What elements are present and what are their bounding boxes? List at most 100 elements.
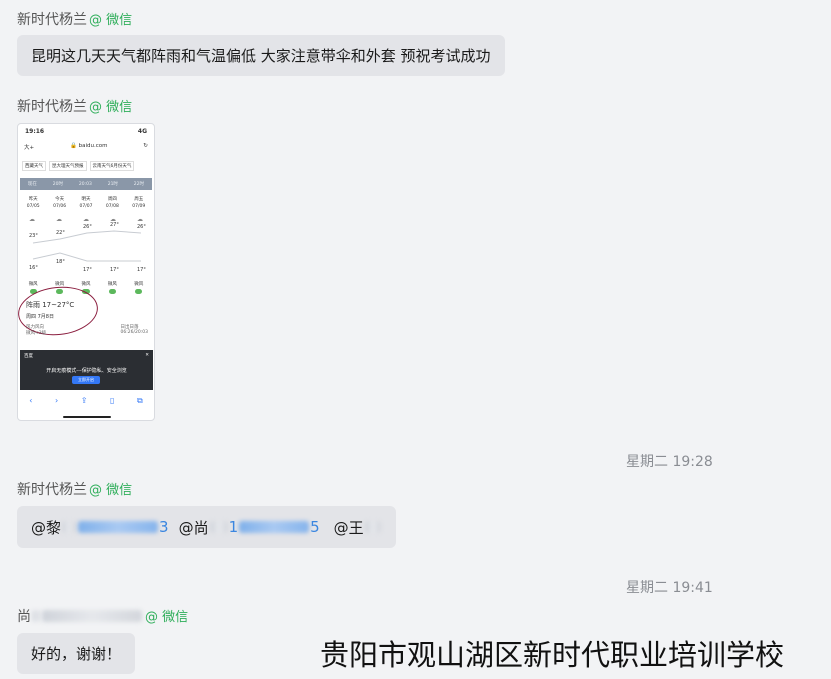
day-date: 07/09	[132, 204, 146, 209]
popup-button: 立即开启	[72, 376, 100, 384]
sender-name[interactable]: 新时代杨兰	[17, 12, 87, 28]
popup-app: 百度	[24, 354, 33, 359]
mention[interactable]: @尚	[179, 517, 209, 538]
day-date: 07/08	[105, 204, 119, 209]
message-sender: 新时代杨兰 @ 微信	[17, 96, 132, 116]
cloud-icon: ☁	[83, 216, 89, 223]
mention-number[interactable]: 1	[229, 518, 239, 536]
today-title: 阵雨 17~27°C	[26, 301, 75, 309]
sender-name[interactable]: 尚	[17, 609, 31, 625]
forward-icon: ›	[55, 396, 59, 405]
low-temp: 16°	[29, 265, 38, 271]
redacted-number	[239, 521, 310, 533]
info-left-value: 微风<3级	[26, 331, 47, 336]
reload-icon: ↻	[143, 143, 148, 149]
phone-url-left: 大+	[24, 145, 35, 151]
hour-label: 22时	[133, 182, 145, 187]
message-bubble[interactable]: 好的，谢谢！	[17, 633, 136, 674]
message-bubble[interactable]: @黎 3 @尚 1 5 @王	[17, 506, 396, 548]
redacted-number	[42, 610, 142, 622]
back-icon: ‹	[29, 396, 33, 405]
share-icon: ⇪	[80, 396, 88, 405]
low-temp: 17°	[137, 267, 146, 273]
high-temp: 26°	[83, 224, 92, 230]
watermark-text: 贵阳市观山湖区新时代职业培训学校	[320, 638, 785, 672]
phone-url-bar: 大+ 🔒 baidu.com ↻	[18, 135, 154, 155]
popup-title: 开启无痕模式---保护隐私、安全浏览	[46, 368, 127, 374]
message-sender: 尚 @ 微信	[17, 606, 188, 626]
mention-number[interactable]: 5	[310, 518, 320, 536]
phone-popup: 百度 ✕ 开启无痕模式---保护隐私、安全浏览 立即开启	[20, 350, 153, 390]
phone-chip: 云南天气6月份天气	[89, 161, 135, 171]
aqi-badge	[135, 289, 143, 294]
weather-icons: ☁ ☁ ☁ ☁ ☁	[29, 216, 143, 223]
sender-name[interactable]: 新时代杨兰	[17, 99, 87, 115]
day-name: 昨天	[28, 197, 38, 202]
temp-chart-svg: ☁ ☁ ☁ ☁ ☁ 23° 22° 26° 27° 26° 16° 18° 17…	[29, 216, 146, 273]
day-col: 周五 07/09	[132, 196, 145, 210]
phone-chip: 昆大理天气预报	[49, 161, 87, 171]
cloud-icon: ☁	[29, 216, 35, 223]
high-temp: 26°	[137, 224, 146, 230]
phone-url: 🔒 baidu.com	[70, 143, 108, 149]
sender-name[interactable]: 新时代杨兰	[17, 482, 87, 498]
hour-label: 21时	[107, 182, 118, 187]
high-temp: 27°	[110, 222, 119, 228]
wind-label: 微风	[81, 282, 91, 287]
tabs-icon: ⧉	[136, 396, 143, 405]
mention[interactable]: @王	[334, 517, 364, 538]
close-icon: ✕	[145, 353, 149, 358]
wind-label: 微风	[28, 282, 38, 287]
phone-nav: ‹ › ⇪ ▯ ⧉	[18, 396, 154, 406]
mention-number[interactable]: 3	[159, 518, 169, 536]
wind-label: 微风	[107, 282, 117, 287]
redacted-text	[209, 521, 228, 533]
phone-chip: 西藏天气	[22, 161, 46, 171]
day-col: 昨天 07/05	[27, 196, 40, 210]
mention[interactable]: @黎	[31, 517, 61, 538]
message-text: 昆明这几天天气都阵雨和气温偏低 大家注意带伞和外套 预祝考试成功	[31, 47, 491, 65]
info-right: 日出日落 06:26/20:03	[121, 324, 148, 336]
low-temp: 17°	[83, 267, 92, 273]
day-date: 07/05	[26, 204, 40, 209]
phone-chips: 西藏天气 昆大理天气预报 云南天气6月份天气	[18, 155, 154, 175]
day-name: 周四	[107, 197, 117, 202]
low-temp: 18°	[56, 259, 65, 265]
wechat-tag: @ 微信	[89, 100, 133, 115]
timestamp: 星期二 19:41	[626, 580, 713, 596]
cloud-icon: ☁	[137, 216, 143, 223]
phone-temp-chart: ☁ ☁ ☁ ☁ ☁ 23° 22° 26° 27° 26° 16° 18° 17…	[20, 213, 152, 281]
low-temp: 17°	[110, 267, 119, 273]
image-message[interactable]: 19:16 4G 大+ 🔒 baidu.com ↻ 西藏天气 昆大理天气预报 云…	[17, 123, 155, 421]
day-col: 今天 07/06	[53, 196, 66, 210]
info-left: 风力风向 微风<3级	[26, 324, 46, 336]
book-icon: ▯	[110, 396, 115, 405]
message-sender: 新时代杨兰 @ 微信	[17, 479, 132, 499]
high-temp: 23°	[29, 233, 38, 239]
phone-status-bar: 19:16 4G	[18, 124, 154, 135]
message-bubble[interactable]: 昆明这几天天气都阵雨和气温偏低 大家注意带伞和外套 预祝考试成功	[17, 35, 505, 76]
cloud-icon: ☁	[56, 216, 62, 223]
high-temp: 22°	[56, 230, 65, 236]
aqi-badge	[108, 289, 116, 294]
home-indicator	[63, 416, 111, 418]
day-date: 07/06	[53, 204, 67, 209]
phone-today: 阵雨 17~27°C 周四 7月8日	[26, 300, 74, 320]
wechat-tag: @ 微信	[89, 483, 133, 498]
wechat-tag: @ 微信	[89, 13, 133, 28]
redacted-text	[62, 521, 77, 533]
redacted-text	[32, 610, 40, 622]
hour-label: 20:03	[78, 181, 92, 187]
day-col: 明天 07/07	[79, 196, 92, 210]
phone-url-text: baidu.com	[78, 143, 108, 149]
today-date: 周四 7月8日	[26, 314, 54, 320]
message-text: 好的，谢谢！	[31, 645, 122, 663]
wechat-tag: @ 微信	[145, 610, 189, 625]
day-col: 周四 07/08	[106, 196, 119, 210]
high-line	[32, 230, 142, 244]
day-name: 明天	[81, 197, 91, 202]
phone-days: 昨天 07/05 今天 07/06 明天 07/07 周四 07/08 周五 07/09	[18, 193, 154, 213]
wind-label: 微风	[134, 282, 144, 287]
low-line	[32, 252, 141, 262]
info-right-value: 06:26/20:03	[120, 330, 148, 335]
